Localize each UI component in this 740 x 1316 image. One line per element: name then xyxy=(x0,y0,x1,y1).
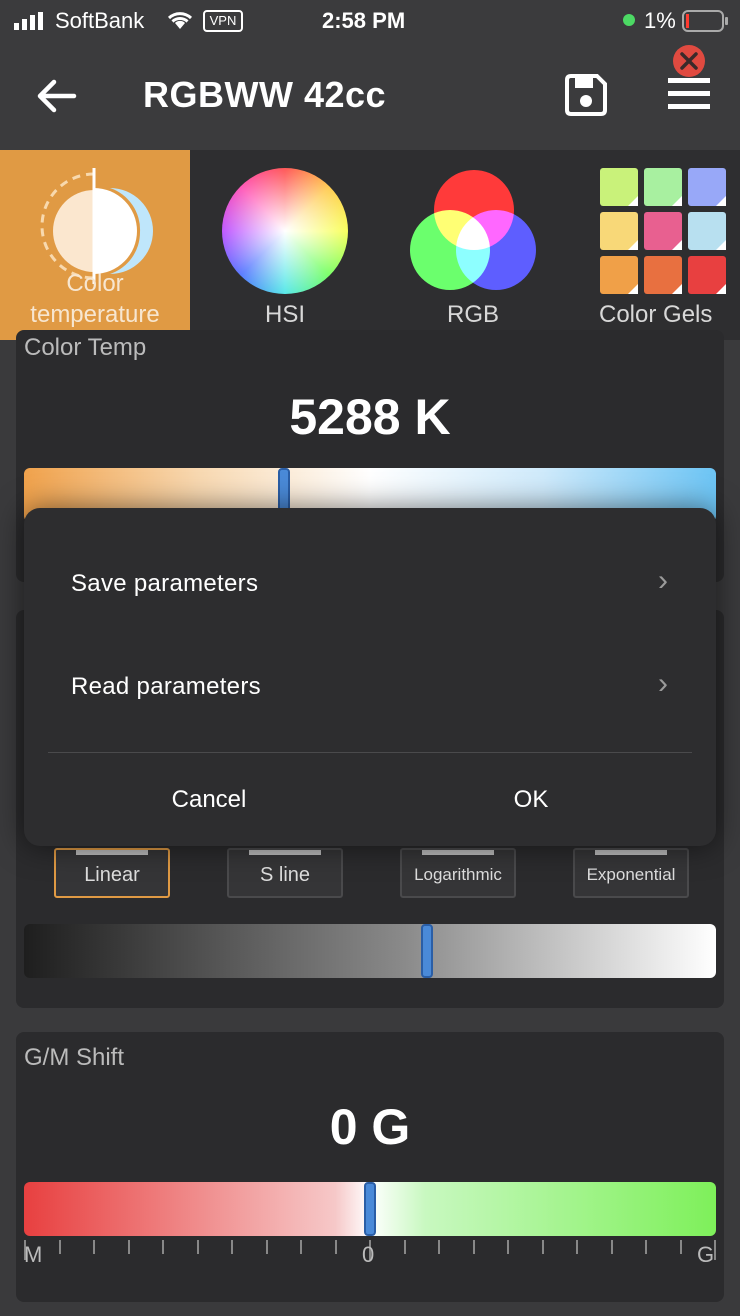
color-gel-swatch xyxy=(644,168,682,206)
color-temp-value: 5288 K xyxy=(289,389,451,445)
scale-tick xyxy=(610,1240,613,1254)
color-gel-swatch xyxy=(688,168,726,206)
floppy-disk-icon[interactable] xyxy=(563,72,609,118)
tab-rgb[interactable]: RGB xyxy=(378,150,568,340)
color-gel-swatch xyxy=(688,256,726,294)
clock: 2:58 PM xyxy=(322,8,406,33)
tab-label-line1: Color xyxy=(66,270,124,297)
chevron-right-icon: › xyxy=(658,667,668,700)
curve-logarithmic-label: Logarithmic xyxy=(414,865,502,884)
scale-tick xyxy=(334,1240,337,1254)
color-gel-swatch xyxy=(600,212,638,250)
mic-indicator-icon xyxy=(623,14,635,26)
vpn-badge: VPN xyxy=(203,10,243,32)
tab-label-rgb: RGB xyxy=(446,301,499,328)
rgb-circles-icon xyxy=(408,168,538,297)
tab-label-color-gels: Color Gels xyxy=(599,301,713,328)
wifi-icon xyxy=(166,10,194,35)
color-gel-swatch xyxy=(600,256,638,294)
scale-tick xyxy=(300,1240,302,1254)
gm-shift-label: G/M Shift xyxy=(24,1044,125,1071)
gm-shift-value: 0 G xyxy=(329,1099,411,1155)
scale-tick xyxy=(265,1240,268,1254)
tab-label-hsi: HSI xyxy=(264,301,305,328)
gm-scale-center: 0 xyxy=(362,1242,375,1267)
mode-tabs: Color temperature HSI RGB Color Gels xyxy=(0,150,740,340)
tab-color-gels[interactable]: Color Gels xyxy=(568,150,740,340)
scale-tick xyxy=(541,1240,544,1254)
scale-tick xyxy=(93,1240,95,1254)
curve-linear-button[interactable]: Linear xyxy=(54,848,170,898)
gm-scale-left: M xyxy=(24,1242,43,1267)
scale-tick xyxy=(714,1240,716,1260)
tab-hsi[interactable]: HSI xyxy=(190,150,380,340)
color-gels-grid-icon xyxy=(600,168,728,294)
scale-tick xyxy=(472,1240,475,1254)
color-wheel-icon xyxy=(222,168,348,294)
nav-bar: RGBWW 42cc xyxy=(0,44,740,150)
gm-shift-slider[interactable] xyxy=(24,1182,716,1236)
curve-s-line-button[interactable]: S line xyxy=(227,848,343,898)
dimming-slider[interactable] xyxy=(24,924,716,978)
scale-tick xyxy=(679,1240,682,1254)
ok-button[interactable]: OK xyxy=(358,770,704,830)
battery-icon xyxy=(682,10,728,37)
curve-logarithmic-button[interactable]: Logarithmic xyxy=(400,848,516,898)
color-gel-swatch xyxy=(644,212,682,250)
slider-thumb[interactable] xyxy=(364,1182,376,1236)
scale-tick xyxy=(196,1240,199,1254)
scale-tick xyxy=(403,1240,406,1254)
color-gel-swatch xyxy=(644,256,682,294)
curve-exponential-button[interactable]: Exponential xyxy=(573,848,689,898)
chevron-right-icon: › xyxy=(658,564,668,597)
scale-tick xyxy=(58,1240,61,1254)
scale-tick xyxy=(507,1240,509,1254)
close-badge-icon[interactable] xyxy=(672,44,706,78)
scale-tick xyxy=(127,1240,130,1254)
status-bar: SoftBank VPN 2:58 PM 1% xyxy=(0,0,740,44)
scale-tick xyxy=(576,1240,578,1254)
scale-tick xyxy=(231,1240,233,1254)
carrier-name: SoftBank xyxy=(55,8,145,33)
parameters-dialog: Save parameters › Read parameters › Canc… xyxy=(24,508,716,846)
save-parameters-item[interactable]: Save parameters › xyxy=(24,534,716,634)
curve-s-line-label: S line xyxy=(259,864,311,886)
slider-thumb[interactable] xyxy=(421,924,434,978)
color-temp-label: Color Temp xyxy=(24,334,147,361)
scale-tick xyxy=(162,1240,164,1254)
scale-tick xyxy=(645,1240,647,1254)
signal-icon xyxy=(14,12,48,30)
tab-label-line2: temperature xyxy=(30,301,160,328)
hamburger-menu-icon[interactable] xyxy=(666,76,712,112)
save-parameters-label: Save parameters xyxy=(71,570,259,597)
tab-color-temperature[interactable]: Color temperature xyxy=(0,150,190,340)
color-gel-swatch xyxy=(600,168,638,206)
color-gel-swatch xyxy=(688,212,726,250)
divider xyxy=(48,752,692,753)
gm-scale-right: G xyxy=(697,1242,715,1267)
curve-linear-label: Linear xyxy=(84,864,140,886)
scale-tick xyxy=(438,1240,440,1254)
read-parameters-label: Read parameters xyxy=(71,673,261,700)
page-title: RGBWW 42cc xyxy=(143,74,387,115)
back-arrow-icon[interactable] xyxy=(34,74,78,118)
curve-exponential-label: Exponential xyxy=(586,865,676,884)
cancel-button[interactable]: Cancel xyxy=(36,770,382,830)
battery-percent: 1% xyxy=(644,8,676,33)
read-parameters-item[interactable]: Read parameters › xyxy=(24,637,716,737)
